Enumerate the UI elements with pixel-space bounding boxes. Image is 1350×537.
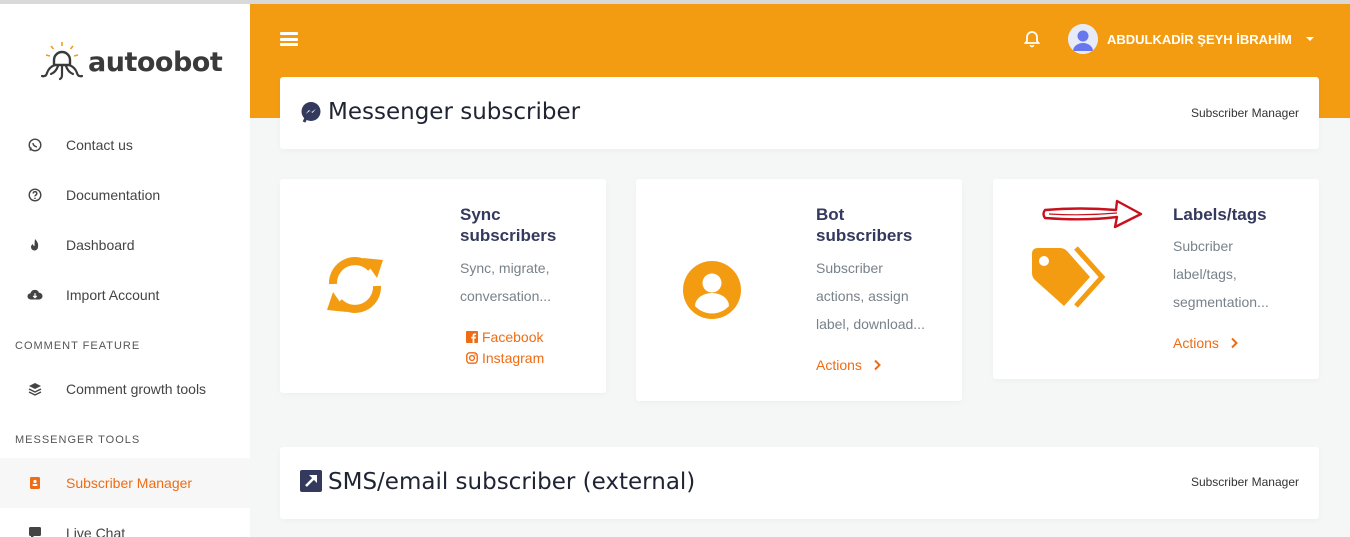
chevron-down-icon[interactable] — [1306, 37, 1314, 41]
sidebar-item-label: Documentation — [66, 187, 161, 203]
cloud-download-icon — [27, 287, 43, 303]
sidebar-item-live-chat[interactable]: Live Chat — [0, 508, 250, 537]
facebook-label: Facebook — [482, 329, 544, 345]
chat-icon — [27, 525, 43, 537]
actions-label: Actions — [816, 357, 862, 373]
breadcrumb-subscriber-manager[interactable]: Subscriber Manager — [1191, 475, 1299, 489]
bot-actions-link[interactable]: Actions — [816, 357, 882, 373]
brand-name: autoobot — [88, 46, 223, 78]
sidebar-item-dashboard[interactable]: Dashboard — [0, 220, 250, 270]
card-description: Subscriber actions, assign label, downlo… — [816, 254, 925, 338]
layers-icon — [27, 381, 43, 397]
actions-label: Actions — [1173, 335, 1219, 351]
chevron-right-icon — [1231, 337, 1238, 349]
fire-icon — [27, 237, 43, 253]
external-link-icon — [300, 470, 322, 492]
card-description: Subcriber label/tags, segmentation... — [1173, 232, 1269, 316]
card-description-line: label/tags, — [1173, 266, 1237, 282]
sidebar-section-messenger-tools: MESSENGER TOOLS — [15, 434, 141, 446]
card-title-line: Sync — [460, 205, 501, 224]
sidebar-item-subscriber-manager[interactable]: Subscriber Manager — [0, 458, 250, 508]
instagram-label: Instagram — [482, 350, 545, 366]
card-description-line: Sync, migrate, — [460, 260, 550, 276]
labels-tags-card: Labels/tags Subcriber label/tags, segmen… — [993, 179, 1319, 379]
card-description-line: segmentation... — [1173, 294, 1269, 310]
facebook-icon — [466, 331, 478, 343]
sidebar-item-label: Live Chat — [66, 525, 126, 537]
red-arrow-annotation — [1042, 199, 1143, 229]
sidebar-item-label: Dashboard — [66, 237, 135, 253]
sidebar-item-label: Import Account — [66, 287, 160, 303]
card-title-line: subscribers — [460, 226, 557, 245]
question-circle-icon — [27, 187, 43, 203]
instagram-icon — [466, 352, 478, 364]
sidebar-item-label: Contact us — [66, 137, 133, 153]
sidebar-item-contact-us[interactable]: Contact us — [0, 120, 250, 170]
octopus-bulb-icon — [40, 42, 84, 81]
facebook-link[interactable]: Facebook — [466, 329, 543, 345]
card-description-line: label, download... — [816, 316, 925, 332]
user-circle-icon — [683, 261, 741, 319]
card-title: Sync subscribers — [460, 204, 556, 246]
contact-book-icon — [27, 475, 43, 491]
section-messenger-subscriber: Messenger subscriber Subscriber Manager — [280, 77, 1319, 149]
card-description-line: actions, assign — [816, 288, 909, 304]
brand-logo[interactable]: autoobot — [40, 40, 223, 84]
section-title: SMS/email subscriber (external) — [328, 469, 696, 495]
tags-icon — [1032, 246, 1106, 308]
card-description: Sync, migrate, conversation... — [460, 254, 551, 310]
sidebar-item-comment-growth-tools[interactable]: Comment growth tools — [0, 364, 250, 414]
sync-subscribers-card: Sync subscribers Sync, migrate, conversa… — [280, 179, 606, 393]
sidebar-section-comment-feature: COMMENT FEATURE — [15, 340, 141, 352]
chevron-right-icon — [874, 359, 881, 371]
page-title: Messenger subscriber — [328, 99, 581, 125]
sidebar-item-documentation[interactable]: Documentation — [0, 170, 250, 220]
sidebar-item-label: Comment growth tools — [66, 381, 207, 397]
card-description-line: Subcriber — [1173, 238, 1233, 254]
breadcrumb-subscriber-manager[interactable]: Subscriber Manager — [1191, 106, 1299, 120]
messenger-icon — [301, 102, 321, 123]
sync-icon — [327, 257, 383, 313]
avatar[interactable] — [1068, 24, 1098, 54]
card-title: Labels/tags — [1173, 205, 1267, 224]
sidebar: autoobot Contact us Documentation Dashbo… — [0, 4, 250, 537]
section-sms-email-subscriber: SMS/email subscriber (external) Subscrib… — [280, 447, 1319, 519]
card-title-line: Bot — [816, 205, 845, 224]
card-title: Bot subscribers — [816, 204, 912, 246]
user-name[interactable]: ABDULKADİR ŞEYH İBRAHİM — [1107, 32, 1292, 47]
labels-actions-link[interactable]: Actions — [1173, 335, 1239, 351]
user-avatar-icon — [1068, 24, 1098, 54]
card-description-line: Subscriber — [816, 260, 883, 276]
sidebar-item-import-account[interactable]: Import Account — [0, 270, 250, 320]
card-title-line: subscribers — [816, 226, 913, 245]
bell-icon[interactable] — [1022, 29, 1042, 49]
whatsapp-icon — [27, 137, 43, 153]
bot-subscribers-card: Bot subscribers Subscriber actions, assi… — [636, 179, 962, 401]
sidebar-item-label: Subscriber Manager — [66, 475, 193, 491]
menu-toggle-button[interactable] — [280, 32, 298, 46]
instagram-link[interactable]: Instagram — [466, 350, 544, 366]
card-description-line: conversation... — [460, 288, 552, 304]
